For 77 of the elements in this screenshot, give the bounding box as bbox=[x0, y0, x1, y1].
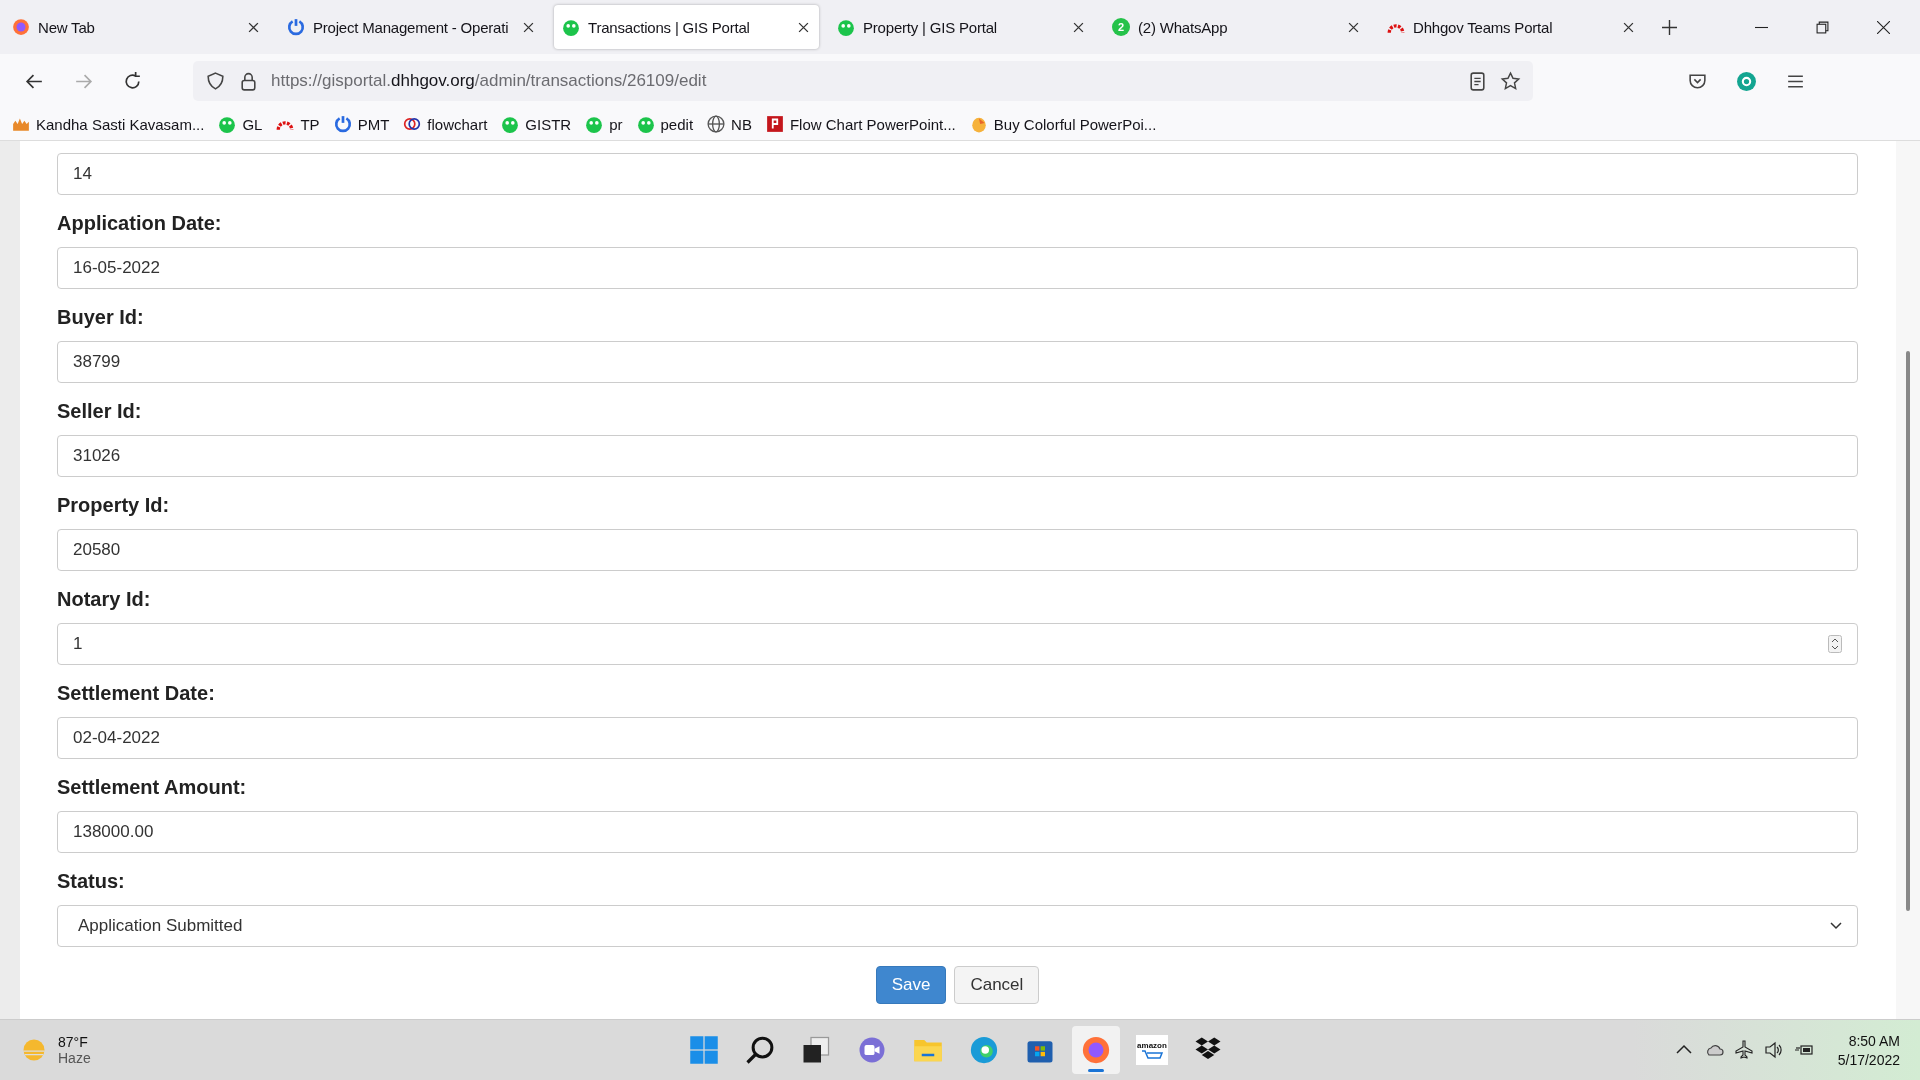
bookmark-item[interactable]: Kandha Sasti Kavasam... bbox=[12, 115, 205, 133]
cancel-button[interactable]: Cancel bbox=[954, 966, 1040, 1004]
globe-face-icon bbox=[636, 115, 655, 133]
browser-tab[interactable]: New Tab bbox=[4, 5, 269, 49]
globe-face-icon bbox=[501, 115, 520, 133]
speaker-icon[interactable] bbox=[1763, 1040, 1784, 1060]
input-field[interactable]: 02-04-2022 bbox=[57, 717, 1858, 759]
bookmark-item[interactable]: Buy Colorful PowerPoi... bbox=[969, 115, 1157, 133]
globe-face-icon bbox=[218, 115, 237, 133]
close-icon[interactable] bbox=[1623, 21, 1634, 33]
letter-tile-icon bbox=[765, 115, 784, 133]
browser-tab[interactable]: Transactions | GIS Portal bbox=[554, 5, 819, 49]
input-field[interactable]: 38799 bbox=[57, 341, 1858, 383]
bookmark-item[interactable]: GISTR bbox=[501, 115, 572, 133]
input-field[interactable]: 138000.00 bbox=[57, 811, 1858, 853]
close-icon[interactable] bbox=[798, 21, 809, 33]
browser-tab[interactable]: Property | GIS Portal bbox=[829, 5, 1094, 49]
scrollbar-thumb[interactable] bbox=[1906, 351, 1910, 911]
bookmark-item[interactable]: pr bbox=[585, 115, 623, 133]
reload-icon[interactable] bbox=[122, 70, 143, 92]
field-label: Application Date: bbox=[57, 212, 223, 235]
globe-face-icon bbox=[837, 18, 855, 36]
lock-icon[interactable] bbox=[238, 70, 259, 92]
shield-icon[interactable] bbox=[205, 70, 226, 92]
unread-count: 2 bbox=[1112, 18, 1130, 36]
globe-face-icon bbox=[585, 115, 604, 133]
clock-date[interactable]: 5/17/2022 bbox=[1837, 1051, 1900, 1068]
chevron-down-icon bbox=[1830, 922, 1842, 930]
bookmark-item[interactable]: NB bbox=[707, 115, 752, 133]
spinner-icon[interactable] bbox=[1828, 634, 1842, 654]
browser-tab[interactable]: Project Management - Operati bbox=[279, 5, 544, 49]
close-icon[interactable] bbox=[523, 21, 534, 33]
address-bar[interactable]: https://gisportal.dhhgov.org/admin/transactions/26109/edit bbox=[193, 61, 1533, 101]
field-label: Settlement Date: bbox=[57, 682, 216, 705]
status-dropdown[interactable]: Application Submitted bbox=[57, 905, 1858, 947]
clock-time[interactable]: 8:50 AM bbox=[1848, 1032, 1900, 1049]
save-button[interactable]: Save bbox=[875, 966, 947, 1004]
airplane-icon[interactable] bbox=[1733, 1040, 1754, 1060]
bookmark-item[interactable]: TP bbox=[276, 115, 320, 133]
power-icon bbox=[287, 18, 305, 36]
new-tab-icon[interactable] bbox=[1662, 19, 1677, 35]
weather-condition-text: Haze bbox=[58, 1050, 91, 1066]
globe-icon bbox=[707, 115, 726, 133]
number-field[interactable]: 1 bbox=[57, 623, 1858, 665]
reader-view-icon[interactable] bbox=[1467, 70, 1488, 92]
input-field[interactable]: 20580 bbox=[57, 529, 1858, 571]
restore-icon[interactable] bbox=[1816, 20, 1829, 34]
bookmark-item[interactable]: flowchart bbox=[403, 115, 488, 133]
close-icon[interactable] bbox=[1073, 21, 1084, 33]
close-icon[interactable] bbox=[248, 21, 259, 33]
browser-tab[interactable]: Dhhgov Teams Portal bbox=[1379, 5, 1644, 49]
rings-icon bbox=[403, 115, 422, 133]
field-label: Settlement Amount: bbox=[57, 776, 248, 799]
globe-face-icon bbox=[562, 18, 580, 36]
bookmark-item[interactable]: PMT bbox=[333, 115, 390, 133]
account-avatar-icon[interactable] bbox=[1736, 70, 1757, 92]
bookmark-item[interactable]: pedit bbox=[636, 115, 694, 133]
star-icon[interactable] bbox=[1500, 70, 1521, 92]
field-label: Seller Id: bbox=[57, 400, 143, 423]
temperature-text: 87°F bbox=[58, 1034, 89, 1050]
close-icon[interactable] bbox=[1877, 20, 1890, 34]
bookmark-item[interactable]: Flow Chart PowerPoint... bbox=[765, 115, 956, 133]
power-icon bbox=[333, 115, 352, 133]
field-label: Buyer Id: bbox=[57, 306, 145, 329]
firefox-taskbar-icon[interactable] bbox=[1072, 1026, 1120, 1074]
input-field[interactable]: 16-05-2022 bbox=[57, 247, 1858, 289]
field-label: Property Id: bbox=[57, 494, 171, 517]
field-label: Status: bbox=[57, 870, 126, 893]
field-label: Notary Id: bbox=[57, 588, 152, 611]
input-field[interactable]: 31026 bbox=[57, 435, 1858, 477]
input-field[interactable]: 14 bbox=[57, 153, 1858, 195]
browser-tab[interactable]: 2 (2) WhatsApp bbox=[1104, 5, 1369, 49]
close-icon[interactable] bbox=[1348, 21, 1359, 33]
firefox-icon bbox=[12, 18, 30, 36]
url-text: https://gisportal.dhhgov.org/admin/transactions/26109/edit bbox=[271, 71, 708, 91]
pie-slice-icon bbox=[969, 115, 988, 133]
bookmark-item[interactable]: GL bbox=[218, 115, 263, 133]
